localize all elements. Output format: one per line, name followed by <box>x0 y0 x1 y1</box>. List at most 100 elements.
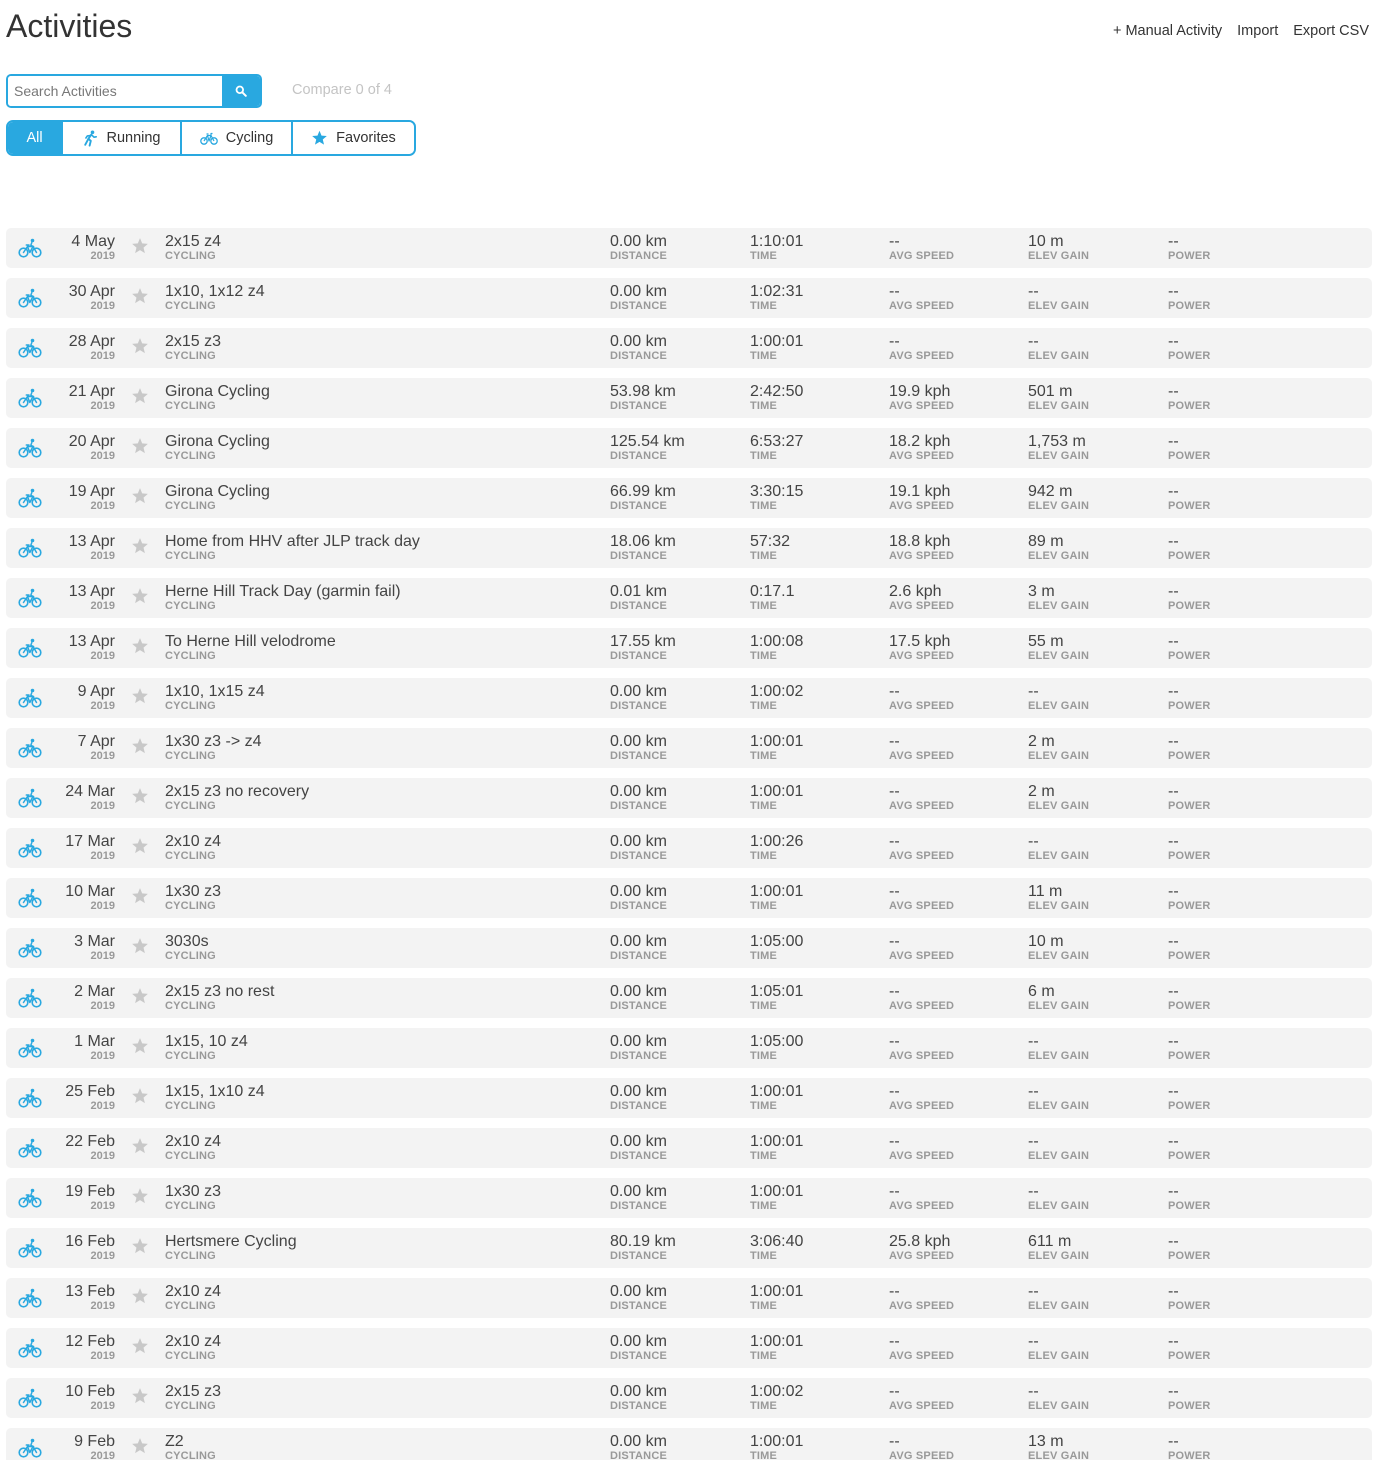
avg-speed-cell: 18.8 kph AVG SPEED <box>889 533 954 562</box>
distance-cell: 53.98 km DISTANCE <box>610 383 676 412</box>
filter-all[interactable]: All <box>8 122 61 154</box>
activity-row[interactable]: 13 Feb 2019 2x10 z4 CYCLING 0.00 km DISTANCE 1… <box>6 1278 1372 1318</box>
favorite-star-icon[interactable] <box>131 637 149 655</box>
favorite-star-icon[interactable] <box>131 1337 149 1355</box>
activity-name[interactable]: 2x10 z4 <box>165 1133 221 1150</box>
favorite-star-icon[interactable] <box>131 337 149 355</box>
activity-row[interactable]: 16 Feb 2019 Hertsmere Cycling CYCLING 80.19 … <box>6 1228 1372 1268</box>
compare-counter[interactable]: Compare 0 of 4 <box>292 82 392 98</box>
activity-row[interactable]: 12 Feb 2019 2x10 z4 CYCLING 0.00 km DISTANCE 1… <box>6 1328 1372 1368</box>
activity-name[interactable]: 1x15, 1x10 z4 <box>165 1083 265 1100</box>
distance-label: DISTANCE <box>610 1400 668 1412</box>
favorite-star-icon[interactable] <box>131 787 149 805</box>
favorite-star-icon[interactable] <box>131 1387 149 1405</box>
time-label: TIME <box>750 1000 778 1012</box>
activity-row[interactable]: 9 Apr 2019 1x10, 1x15 z4 CYCLING 0.00 km DIST… <box>6 678 1372 718</box>
favorite-star-icon[interactable] <box>131 1437 149 1455</box>
activity-name[interactable]: Herne Hill Track Day (garmin fail) <box>165 583 401 600</box>
activity-row[interactable]: 20 Apr 2019 Girona Cycling CYCLING 125.54 km… <box>6 428 1372 468</box>
power-label: POWER <box>1168 1300 1211 1312</box>
filter-cycling[interactable]: Cycling <box>180 122 291 154</box>
favorite-star-icon[interactable] <box>131 1187 149 1205</box>
activity-name[interactable]: 1x10, 1x12 z4 <box>165 283 265 300</box>
activity-name[interactable]: Girona Cycling <box>165 383 270 400</box>
favorite-star-icon[interactable] <box>131 537 149 555</box>
activity-row[interactable]: 2 Mar 2019 2x15 z3 no rest CYCLING 0.00 km DI… <box>6 978 1372 1018</box>
activity-name[interactable]: 1x30 z3 <box>165 1183 221 1200</box>
favorite-star-icon[interactable] <box>131 1287 149 1305</box>
activity-name[interactable]: Home from HHV after JLP track day <box>165 533 420 550</box>
filter-favorites[interactable]: Favorites <box>291 122 414 154</box>
manual-activity-link[interactable]: + Manual Activity <box>1113 23 1222 39</box>
activity-name[interactable]: Girona Cycling <box>165 433 270 450</box>
activity-name[interactable]: 2x10 z4 <box>165 833 221 850</box>
activity-row[interactable]: 3 Mar 2019 3030s CYCLING 0.00 km DISTANCE 1:05… <box>6 928 1372 968</box>
favorite-star-icon[interactable] <box>131 437 149 455</box>
favorite-star-icon[interactable] <box>131 1137 149 1155</box>
activity-row[interactable]: 13 Apr 2019 Herne Hill Track Day (garmin f… <box>6 578 1372 618</box>
activity-row[interactable]: 7 Apr 2019 1x30 z3 -> z4 CYCLING 0.00 km DIST… <box>6 728 1372 768</box>
distance-value: 0.00 km <box>610 733 667 750</box>
date-year: 2019 <box>90 400 115 412</box>
activity-name[interactable]: 2x15 z3 <box>165 333 221 350</box>
activity-name[interactable]: 2x15 z3 no rest <box>165 983 274 1000</box>
activity-name[interactable]: 1x15, 10 z4 <box>165 1033 248 1050</box>
activity-name[interactable]: 2x10 z4 <box>165 1333 221 1350</box>
favorite-star-icon[interactable] <box>131 987 149 1005</box>
activity-name[interactable]: Girona Cycling <box>165 483 270 500</box>
activity-name[interactable]: 2x15 z4 <box>165 233 221 250</box>
favorite-star-icon[interactable] <box>131 937 149 955</box>
activity-row[interactable]: 25 Feb 2019 1x15, 1x10 z4 CYCLING 0.00 km DIS… <box>6 1078 1372 1118</box>
activity-row[interactable]: 28 Apr 2019 2x15 z3 CYCLING 0.00 km DISTANCE 1… <box>6 328 1372 368</box>
favorite-star-icon[interactable] <box>131 587 149 605</box>
activity-row[interactable]: 19 Apr 2019 Girona Cycling CYCLING 66.99 km D… <box>6 478 1372 518</box>
time-cell: 1:10:01 TIME <box>750 233 803 262</box>
elev-gain-label: ELEV GAIN <box>1028 1200 1090 1212</box>
activity-name[interactable]: 1x30 z3 <box>165 883 221 900</box>
avg-speed-value: -- <box>889 933 900 950</box>
favorite-star-icon[interactable] <box>131 1037 149 1055</box>
activity-row[interactable]: 13 Apr 2019 Home from HHV after JLP track … <box>6 528 1372 568</box>
search-button[interactable] <box>222 76 260 106</box>
avg-speed-label: AVG SPEED <box>889 850 955 862</box>
activity-row[interactable]: 21 Apr 2019 Girona Cycling CYCLING 53.98 km D… <box>6 378 1372 418</box>
activity-row[interactable]: 30 Apr 2019 1x10, 1x12 z4 CYCLING 0.00 km DIS… <box>6 278 1372 318</box>
activity-row[interactable]: 24 Mar 2019 2x15 z3 no recovery CYCLING 0.00… <box>6 778 1372 818</box>
favorite-star-icon[interactable] <box>131 887 149 905</box>
favorite-star-icon[interactable] <box>131 1237 149 1255</box>
favorite-star-icon[interactable] <box>131 287 149 305</box>
activity-name[interactable]: 2x15 z3 no recovery <box>165 783 309 800</box>
distance-value: 0.00 km <box>610 1083 667 1100</box>
favorite-star-icon[interactable] <box>131 1087 149 1105</box>
activity-row[interactable]: 17 Mar 2019 2x10 z4 CYCLING 0.00 km DISTANCE 1… <box>6 828 1372 868</box>
favorite-star-icon[interactable] <box>131 837 149 855</box>
activity-row[interactable]: 19 Feb 2019 1x30 z3 CYCLING 0.00 km DISTANCE 1… <box>6 1178 1372 1218</box>
favorite-star-icon[interactable] <box>131 487 149 505</box>
activity-row[interactable]: 10 Mar 2019 1x30 z3 CYCLING 0.00 km DISTANCE 1… <box>6 878 1372 918</box>
activity-row[interactable]: 9 Feb 2019 Z2 CYCLING 0.00 km DISTANCE 1:00:01… <box>6 1428 1372 1460</box>
filter-running[interactable]: Running <box>61 122 180 154</box>
activity-name[interactable]: 2x10 z4 <box>165 1283 221 1300</box>
activity-name[interactable]: 1x10, 1x15 z4 <box>165 683 265 700</box>
import-link[interactable]: Import <box>1237 23 1278 39</box>
activity-row[interactable]: 4 May 2019 2x15 z4 CYCLING 0.00 km DISTANCE 1:… <box>6 228 1372 268</box>
favorite-star-icon[interactable] <box>131 237 149 255</box>
activity-name[interactable]: To Herne Hill velodrome <box>165 633 336 650</box>
favorite-star-icon[interactable] <box>131 737 149 755</box>
activity-name[interactable]: Hertsmere Cycling <box>165 1233 297 1250</box>
activity-row[interactable]: 13 Apr 2019 To Herne Hill velodrome CYCLING… <box>6 628 1372 668</box>
activity-name[interactable]: Z2 <box>165 1433 216 1450</box>
search-input[interactable] <box>8 76 222 106</box>
activity-row[interactable]: 10 Feb 2019 2x15 z3 CYCLING 0.00 km DISTANCE 1… <box>6 1378 1372 1418</box>
activity-row[interactable]: 22 Feb 2019 2x10 z4 CYCLING 0.00 km DISTANCE 1… <box>6 1128 1372 1168</box>
bike-icon <box>199 132 218 145</box>
activity-name[interactable]: 2x15 z3 <box>165 1383 221 1400</box>
favorite-star-icon[interactable] <box>131 387 149 405</box>
activity-name[interactable]: 3030s <box>165 933 216 950</box>
activity-name[interactable]: 1x30 z3 -> z4 <box>165 733 262 750</box>
activity-row[interactable]: 1 Mar 2019 1x15, 10 z4 CYCLING 0.00 km DISTAN… <box>6 1028 1372 1068</box>
distance-value: 0.00 km <box>610 283 667 300</box>
export-csv-link[interactable]: Export CSV <box>1293 23 1369 39</box>
favorite-star-icon[interactable] <box>131 687 149 705</box>
distance-value: 80.19 km <box>610 1233 676 1250</box>
